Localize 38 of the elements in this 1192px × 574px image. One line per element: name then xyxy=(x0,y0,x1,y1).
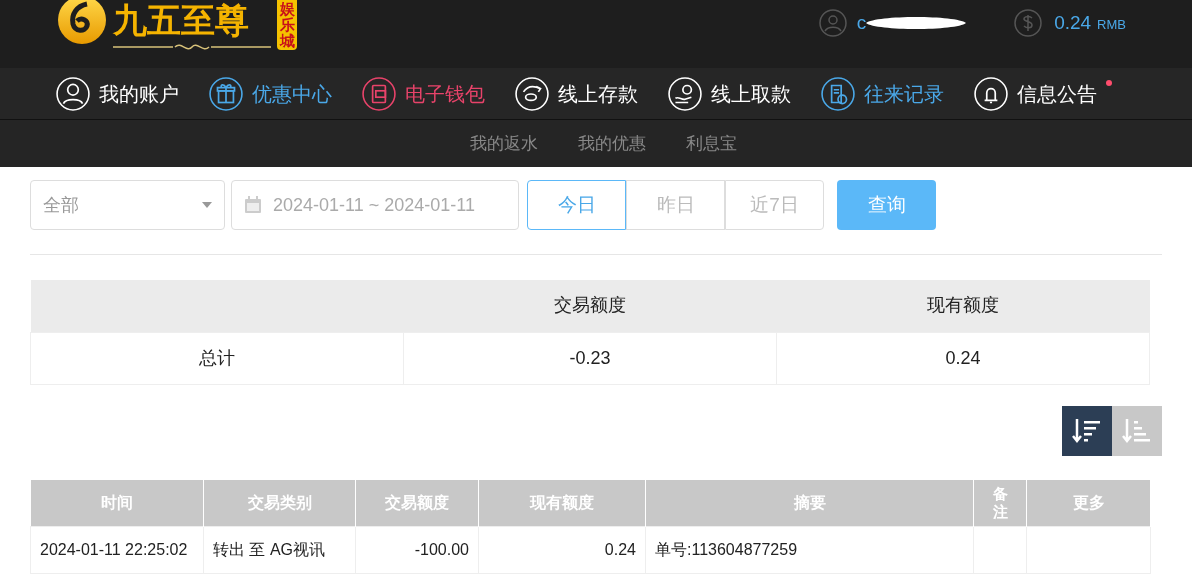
nav-item[interactable]: 信息公告 xyxy=(974,68,1127,119)
column-header: 现有额度 xyxy=(927,295,999,316)
table-cell: 单号:113604877259 xyxy=(655,541,798,558)
user-icon xyxy=(818,9,847,37)
table-cell: 0.24 xyxy=(776,332,1150,384)
sort-button[interactable] xyxy=(1062,405,1112,456)
balance-amount: 0.24 xyxy=(1054,10,1092,35)
nav-item[interactable]: 我的账户 xyxy=(56,68,209,119)
nav-item[interactable]: 往来记录 xyxy=(821,68,974,119)
date-range-field[interactable]: 2024-01-11 ~ 2024-01-11 xyxy=(231,180,519,230)
bell-icon xyxy=(974,76,1008,111)
table-cell: 总计 xyxy=(30,332,404,384)
table-cell: 0.24 xyxy=(604,541,636,558)
currency-label: RMB xyxy=(1097,15,1126,34)
type-select[interactable]: 全部 xyxy=(30,180,225,230)
username: c xyxy=(856,10,867,35)
subnav-link[interactable]: 利息宝 xyxy=(685,130,737,157)
logo-subtitle: 娱乐城 xyxy=(277,0,297,50)
table-cell: 2024-01-11 22:25:02 xyxy=(40,541,188,558)
nav-item[interactable]: 线上取款 xyxy=(668,68,821,119)
dollar-icon xyxy=(1014,9,1043,37)
logo-title: 九五至尊 xyxy=(113,0,250,40)
document-icon xyxy=(821,76,855,111)
table-cell: -0.23 xyxy=(403,332,777,384)
gift-icon xyxy=(209,76,243,111)
date-tab[interactable]: 今日 xyxy=(527,180,626,230)
subnav-link[interactable]: 我的优惠 xyxy=(577,130,646,157)
column-header: 交易额度 xyxy=(554,295,626,316)
table-cell: 转出 至 AG视讯 xyxy=(213,541,325,558)
user-icon xyxy=(56,76,90,111)
calendar-icon xyxy=(244,196,262,214)
nav-item[interactable]: 电子钱包 xyxy=(362,68,515,119)
subnav-link[interactable]: 我的返水 xyxy=(469,130,538,157)
wallet-icon xyxy=(362,76,396,111)
nav-item[interactable]: 线上存款 xyxy=(515,68,668,119)
table-cell: -100.00 xyxy=(414,541,469,558)
caret-icon xyxy=(202,202,212,208)
nav-item[interactable]: 优惠中心 xyxy=(209,68,362,119)
